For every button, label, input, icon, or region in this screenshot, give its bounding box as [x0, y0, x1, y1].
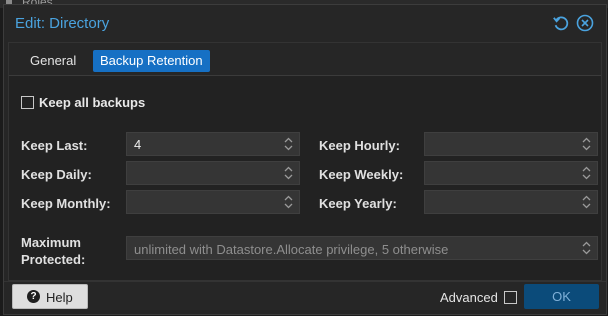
keep-last-label: Keep Last:	[21, 138, 88, 153]
max-protected-placeholder: unlimited with Datastore.Allocate privil…	[134, 242, 449, 257]
spinner-icon[interactable]	[284, 195, 293, 209]
tab-backup-retention[interactable]: Backup Retention	[93, 50, 210, 72]
ok-button[interactable]: OK	[524, 284, 599, 309]
keep-weekly-field[interactable]	[424, 161, 598, 185]
keep-yearly-label: Keep Yearly:	[319, 196, 397, 211]
dialog-titlebar: Edit: Directory	[4, 5, 606, 42]
spinner-icon[interactable]	[284, 137, 293, 151]
keep-all-backups-checkbox[interactable]	[21, 96, 34, 109]
spinner-icon[interactable]	[582, 241, 591, 255]
advanced-checkbox[interactable]	[504, 291, 517, 304]
spinner-icon[interactable]	[582, 195, 591, 209]
keep-last-value: 4	[134, 137, 142, 152]
help-button[interactable]: ? Help	[12, 284, 88, 309]
keep-monthly-field[interactable]	[126, 190, 300, 214]
spinner-icon[interactable]	[582, 166, 591, 180]
help-button-label: Help	[46, 290, 73, 305]
tab-general[interactable]: General	[23, 50, 83, 72]
keep-daily-field[interactable]	[126, 161, 300, 185]
max-protected-field[interactable]: unlimited with Datastore.Allocate privil…	[126, 236, 598, 260]
dialog-body: General Backup Retention Keep all backup…	[8, 42, 602, 281]
keep-daily-label: Keep Daily:	[21, 167, 92, 182]
footer-divider	[4, 281, 606, 282]
advanced-label: Advanced	[440, 290, 498, 305]
dialog-title: Edit: Directory	[15, 15, 110, 32]
max-protected-label-line1: Maximum	[21, 235, 81, 250]
spinner-icon[interactable]	[582, 137, 591, 151]
max-protected-label-line2: Protected:	[21, 252, 86, 267]
edit-directory-dialog: Edit: Directory General Backup Retention…	[3, 4, 607, 315]
keep-weekly-label: Keep Weekly:	[319, 167, 404, 182]
keep-yearly-field[interactable]	[424, 190, 598, 214]
spinner-icon[interactable]	[284, 166, 293, 180]
reset-icon[interactable]	[551, 13, 571, 33]
help-icon: ?	[27, 290, 40, 303]
keep-hourly-label: Keep Hourly:	[319, 138, 400, 153]
keep-all-backups-option[interactable]: Keep all backups	[21, 95, 145, 110]
close-icon[interactable]	[575, 13, 595, 33]
keep-last-field[interactable]: 4	[126, 132, 300, 156]
keep-all-backups-label: Keep all backups	[39, 95, 146, 110]
tab-bar: General Backup Retention	[9, 43, 601, 76]
keep-hourly-field[interactable]	[424, 132, 598, 156]
keep-monthly-label: Keep Monthly:	[21, 196, 111, 211]
